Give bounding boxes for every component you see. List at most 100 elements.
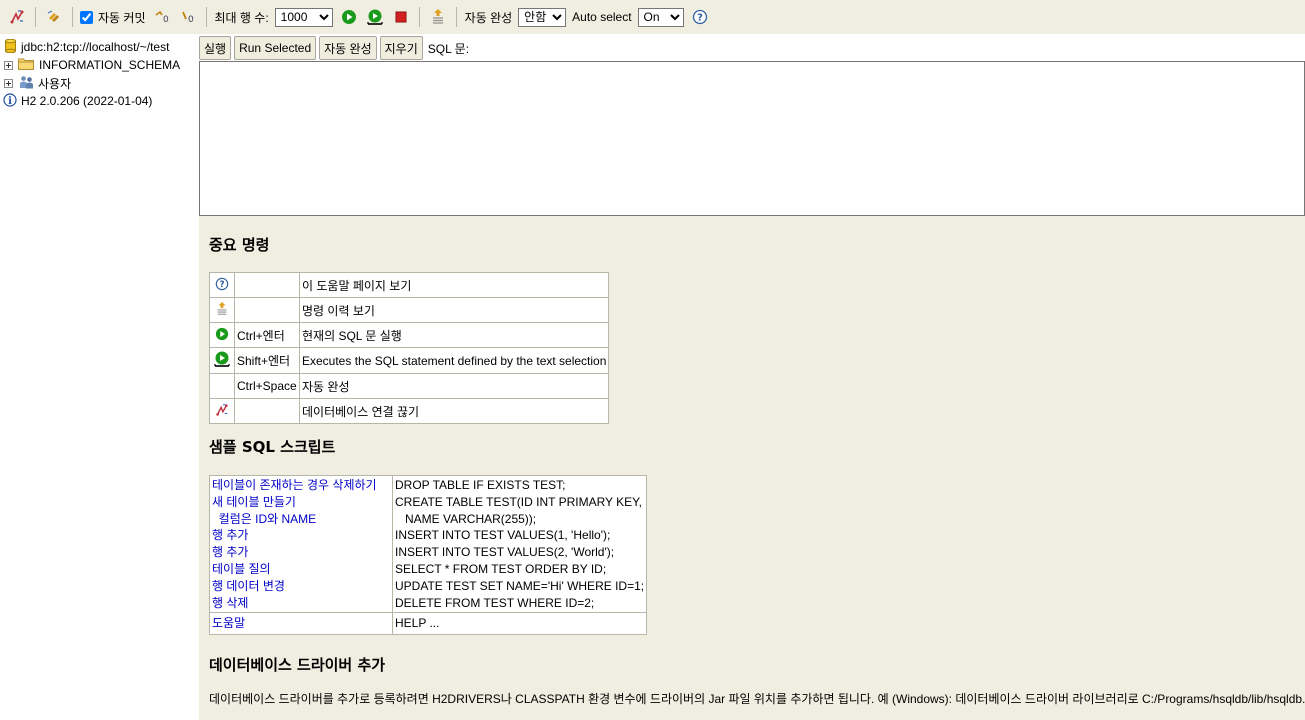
sample-sql: DROP TABLE IF EXISTS TEST; [395,478,566,492]
sample-labels-cell: 테이블이 존재하는 경우 삭제하기 새 테이블 만들기 컬럼은 ID와 NAME… [209,474,393,614]
sample-sql: DELETE FROM TEST WHERE ID=2; [395,595,595,610]
cmd-desc: 이 도움말 페이지 보기 [298,272,610,298]
cmd-desc: 현재의 SQL 문 실행 [298,322,610,348]
cmd-desc: Executes the SQL statement defined by th… [298,347,610,374]
cmd-desc: 데이터베이스 연결 끊기 [298,398,610,424]
sample-link[interactable]: 테이블 질의 [212,561,390,578]
max-rows-label: 최대 행 수: [214,10,269,25]
max-rows-select[interactable]: 1000 [274,7,333,27]
auto-commit-toggle[interactable]: 자동 커밋 [78,9,149,26]
cmd-desc: 자동 완성 [298,373,610,399]
toolbar: 자동 커밋 0 0 최대 행 수: 1000 자동 완성 안함 Auto sel… [0,0,1305,34]
run-icon[interactable] [339,7,359,27]
sql-editor[interactable] [199,61,1305,216]
run-selected-button[interactable]: Run Selected [234,36,317,60]
cmd-icon-cell [209,297,235,323]
stop-icon[interactable] [391,7,411,27]
toolbar-separator [35,7,36,27]
run-selected-icon [213,351,231,371]
table-row: ? 이 도움말 페이지 보기 [209,272,610,298]
autoselect-select[interactable]: On [637,7,684,27]
table-row: Ctrl+Space 자동 완성 [209,373,610,399]
sample-link[interactable]: 행 데이터 변경 [212,578,390,595]
sample-sql: UPDATE TEST SET NAME='Hi' WHERE ID=1; [395,578,645,593]
help-sql-cell: HELP ... [391,612,648,636]
sample-link[interactable]: 컬럼은 ID와 NAME [212,511,390,528]
expand-icon[interactable] [4,60,13,70]
tree-schema-label: INFORMATION_SCHEMA [39,58,181,72]
history-icon [215,301,229,320]
sample-link[interactable]: 테이블이 존재하는 경우 삭제하기 [212,477,390,494]
table-row: Shift+엔터 Executes the SQL statement defi… [209,347,610,374]
help-sql: HELP ... [395,616,440,631]
help-panel: 중요 명령 ? 이 도움말 페이지 보기 명령 이력 보기 Ctrl+엔터 현재… [199,216,1305,720]
autoselect-label: Auto select [572,10,632,24]
table-row: 도움말 HELP ... [209,612,648,636]
sample-link[interactable]: 행 추가 [212,527,390,544]
help-icon: ? [215,277,229,294]
cmd-icon-cell [209,347,235,374]
autocomplete-select[interactable]: 안함 [518,7,567,27]
query-toolbar: 실행 Run Selected 자동 완성 지우기 SQL 문: [199,34,1305,62]
sample-sql: INSERT INTO TEST VALUES(1, 'Hello'); [395,528,611,543]
cmd-key: Ctrl+엔터 [234,322,300,348]
autocomplete-button[interactable]: 자동 완성 [319,36,377,60]
history-icon[interactable] [428,7,448,27]
sample-sql: SELECT * FROM TEST ORDER BY ID; [395,561,607,576]
refresh-icon[interactable] [44,7,64,27]
cmd-icon-cell [209,373,235,399]
auto-commit-checkbox[interactable] [80,10,93,24]
tree-users[interactable]: 사용자 [0,74,199,92]
cmd-key: Shift+엔터 [234,347,300,374]
tree-version: i H2 2.0.206 (2022-01-04) [0,92,199,110]
sample-link[interactable]: 행 추가 [212,544,390,561]
driver-title: 데이터베이스 드라이버 추가 [209,656,386,674]
important-commands-table: ? 이 도움말 페이지 보기 명령 이력 보기 Ctrl+엔터 현재의 SQL … [209,272,610,424]
svg-text:?: ? [219,280,224,290]
svg-text:i: i [8,96,12,107]
toolbar-separator [205,7,207,27]
sample-sql: INSERT INTO TEST VALUES(2, 'World'); [395,545,615,560]
help-link[interactable]: 도움말 [212,615,390,632]
tree-connection-label: jdbc:h2:tcp://localhost/~/test [21,40,170,54]
sample-link[interactable]: 행 삭제 [212,595,390,612]
table-row: 명령 이력 보기 [209,297,610,323]
run-selected-icon[interactable] [365,7,385,27]
cmd-key [234,272,300,298]
important-commands-title: 중요 명령 [209,236,270,254]
svg-text:0: 0 [188,15,194,25]
cmd-key [234,398,300,424]
table-row: Ctrl+엔터 현재의 SQL 문 실행 [209,322,610,348]
sample-sql: CREATE TABLE TEST(ID INT PRIMARY KEY, [395,494,642,509]
cmd-key [234,297,300,323]
svg-text:?: ? [697,13,703,24]
sample-sql: NAME VARCHAR(255)); [395,511,537,526]
run-button[interactable]: 실행 [199,36,232,60]
expand-icon[interactable] [4,78,13,88]
sample-sql-title: 샘플 SQL 스크립트 [209,438,336,456]
sql-statement-label: SQL 문: [427,41,470,56]
disconnect-icon [215,403,229,420]
tree-version-label: H2 2.0.206 (2022-01-04) [21,94,153,108]
disconnect-icon[interactable] [7,7,27,27]
commit-icon[interactable]: 0 [152,7,172,27]
svg-text:0: 0 [163,15,169,25]
autocomplete-label: 자동 완성 [464,10,513,25]
table-row: 데이터베이스 연결 끊기 [209,398,610,424]
toolbar-separator [455,7,457,27]
sample-link[interactable]: 새 테이블 만들기 [212,494,390,511]
cmd-icon-cell: ? [209,272,235,298]
info-icon: i [3,92,17,110]
object-tree: jdbc:h2:tcp://localhost/~/test INFORMATI… [0,34,199,720]
help-link-cell: 도움말 [209,612,393,636]
database-icon [5,38,16,56]
tree-connection[interactable]: jdbc:h2:tcp://localhost/~/test [0,38,199,56]
toolbar-separator [418,7,420,27]
rollback-icon[interactable]: 0 [178,7,198,27]
sample-sql-cell: DROP TABLE IF EXISTS TEST; CREATE TABLE … [391,474,648,614]
cmd-icon-cell [209,322,235,348]
clear-button[interactable]: 지우기 [379,36,423,60]
tree-schema[interactable]: INFORMATION_SCHEMA [0,56,199,74]
help-icon[interactable]: ? [690,7,710,27]
users-icon [19,75,34,92]
